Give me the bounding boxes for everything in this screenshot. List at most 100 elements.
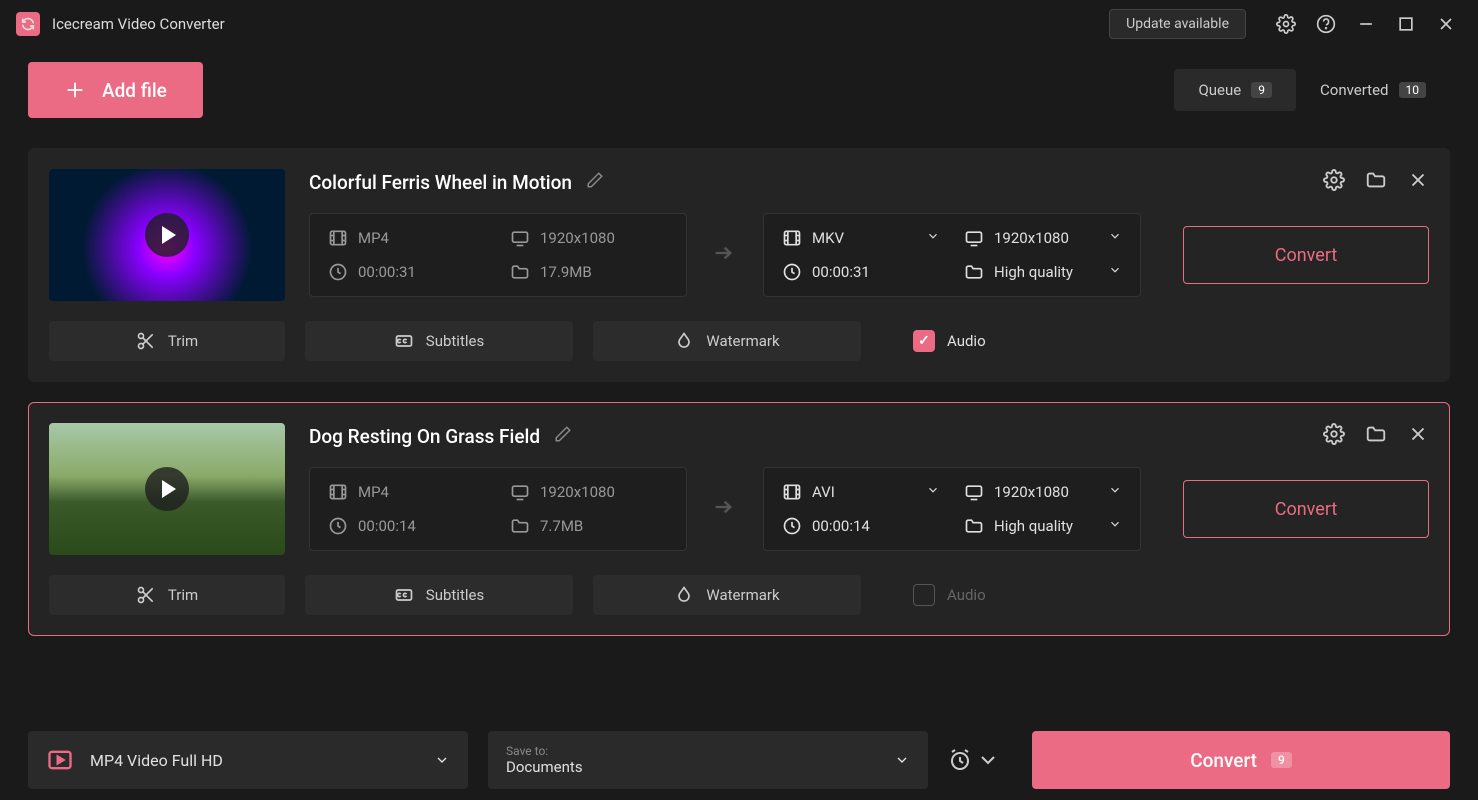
- source-duration: 00:00:14: [328, 516, 486, 536]
- app-title: Icecream Video Converter: [52, 15, 1109, 33]
- source-format: MP4: [328, 228, 486, 248]
- audio-checkbox: [913, 330, 935, 352]
- scissors-icon: [136, 585, 156, 605]
- convert-item-button[interactable]: Convert: [1183, 226, 1429, 284]
- clock-icon: [782, 516, 802, 536]
- timer-button[interactable]: [948, 748, 1000, 772]
- audio-toggle[interactable]: Audio: [913, 330, 986, 352]
- queue-item: Colorful Ferris Wheel in Motion MP4 1920…: [28, 148, 1450, 382]
- chevron-down-icon: [926, 483, 940, 501]
- trim-button[interactable]: Trim: [49, 575, 285, 615]
- target-duration: 00:00:31: [782, 262, 940, 282]
- source-info-box: MP4 1920x1080 00:00:14 7.7MB: [309, 467, 687, 551]
- cc-icon: [394, 331, 414, 351]
- video-title: Colorful Ferris Wheel in Motion: [309, 171, 572, 194]
- film-icon: [328, 228, 348, 248]
- chevron-down-icon: [434, 752, 450, 768]
- source-resolution: 1920x1080: [510, 482, 668, 502]
- screen-icon: [510, 228, 530, 248]
- preset-selector[interactable]: MP4 Video Full HD: [28, 731, 468, 789]
- source-resolution: 1920x1080: [510, 228, 668, 248]
- arrow-right-icon: [711, 239, 739, 271]
- edit-title-icon[interactable]: [586, 171, 604, 193]
- film-icon: [328, 482, 348, 502]
- convert-all-count-badge: 9: [1271, 752, 1292, 768]
- arrow-right-icon: [711, 493, 739, 525]
- update-available-button[interactable]: Update available: [1109, 9, 1246, 39]
- minimize-icon[interactable]: [1350, 8, 1382, 40]
- add-file-button[interactable]: Add file: [28, 62, 203, 118]
- chevron-down-icon: [1108, 517, 1122, 535]
- folder-icon: [510, 516, 530, 536]
- audio-toggle[interactable]: Audio: [913, 584, 986, 606]
- target-quality-selector[interactable]: High quality: [964, 262, 1122, 282]
- screen-icon: [964, 228, 984, 248]
- play-icon: [145, 467, 189, 511]
- add-file-label: Add file: [102, 79, 167, 102]
- open-folder-icon[interactable]: [1365, 423, 1387, 449]
- clock-icon: [782, 262, 802, 282]
- tab-converted[interactable]: Converted 10: [1296, 69, 1450, 111]
- save-to-selector[interactable]: Save to: Documents: [488, 731, 928, 789]
- droplet-icon: [674, 585, 694, 605]
- preset-icon: [46, 746, 74, 774]
- convert-all-button[interactable]: Convert 9: [1032, 731, 1450, 789]
- folder-icon: [964, 262, 984, 282]
- watermark-button[interactable]: Watermark: [593, 321, 861, 361]
- tab-queue[interactable]: Queue 9: [1174, 69, 1296, 111]
- droplet-icon: [674, 331, 694, 351]
- remove-item-icon[interactable]: [1407, 169, 1429, 195]
- target-resolution-selector[interactable]: 1920x1080: [964, 482, 1122, 502]
- chevron-down-icon: [926, 229, 940, 247]
- subtitles-button[interactable]: Subtitles: [305, 575, 573, 615]
- scissors-icon: [136, 331, 156, 351]
- source-filesize: 7.7MB: [510, 516, 668, 536]
- audio-label: Audio: [947, 586, 986, 604]
- watermark-button[interactable]: Watermark: [593, 575, 861, 615]
- content: Colorful Ferris Wheel in Motion MP4 1920…: [0, 120, 1478, 636]
- open-folder-icon[interactable]: [1365, 169, 1387, 195]
- source-filesize: 17.9MB: [510, 262, 668, 282]
- item-settings-icon[interactable]: [1323, 423, 1345, 449]
- tab-converted-label: Converted: [1320, 81, 1389, 99]
- trim-button[interactable]: Trim: [49, 321, 285, 361]
- remove-item-icon[interactable]: [1407, 423, 1429, 449]
- clock-icon: [328, 516, 348, 536]
- chevron-down-icon: [976, 748, 1000, 772]
- settings-icon[interactable]: [1270, 8, 1302, 40]
- save-to-label: Save to:: [506, 744, 894, 758]
- video-thumbnail[interactable]: [49, 423, 285, 555]
- target-format-selector[interactable]: AVI: [782, 482, 940, 502]
- alarm-icon: [948, 748, 972, 772]
- chevron-down-icon: [1108, 263, 1122, 281]
- close-icon[interactable]: [1430, 8, 1462, 40]
- tab-queue-label: Queue: [1198, 81, 1241, 99]
- target-quality-selector[interactable]: High quality: [964, 516, 1122, 536]
- titlebar: Icecream Video Converter Update availabl…: [0, 0, 1478, 48]
- source-duration: 00:00:31: [328, 262, 486, 282]
- footer: MP4 Video Full HD Save to: Documents Con…: [0, 720, 1478, 800]
- target-format-selector[interactable]: MKV: [782, 228, 940, 248]
- app-logo-icon: [16, 12, 40, 36]
- queue-count-badge: 9: [1251, 82, 1272, 98]
- play-icon: [145, 213, 189, 257]
- chevron-down-icon: [894, 752, 910, 768]
- item-settings-icon[interactable]: [1323, 169, 1345, 195]
- edit-title-icon[interactable]: [554, 425, 572, 447]
- convert-item-button[interactable]: Convert: [1183, 480, 1429, 538]
- subtitles-button[interactable]: Subtitles: [305, 321, 573, 361]
- screen-icon: [964, 482, 984, 502]
- target-duration: 00:00:14: [782, 516, 940, 536]
- film-icon: [782, 228, 802, 248]
- save-to-value: Documents: [506, 758, 894, 776]
- video-thumbnail[interactable]: [49, 169, 285, 301]
- target-info-box: AVI 1920x1080 00:00:14 High quality: [763, 467, 1141, 551]
- video-title: Dog Resting On Grass Field: [309, 425, 540, 448]
- plus-icon: [64, 79, 86, 101]
- audio-checkbox: [913, 584, 935, 606]
- target-resolution-selector[interactable]: 1920x1080: [964, 228, 1122, 248]
- preset-label: MP4 Video Full HD: [90, 751, 418, 770]
- maximize-icon[interactable]: [1390, 8, 1422, 40]
- chevron-down-icon: [1108, 483, 1122, 501]
- help-icon[interactable]: [1310, 8, 1342, 40]
